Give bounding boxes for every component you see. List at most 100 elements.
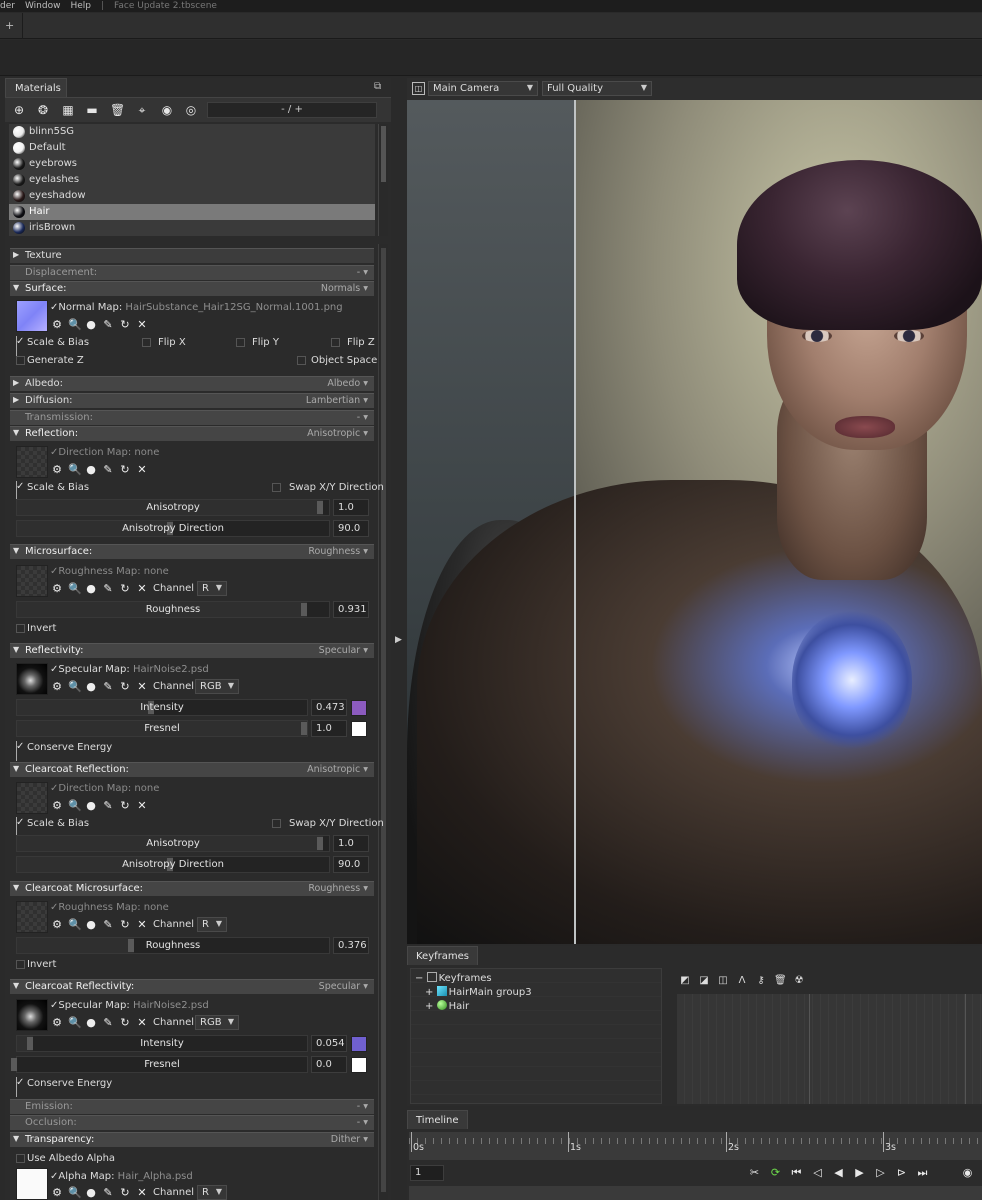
fresnel-color-swatch[interactable]: [351, 1057, 367, 1073]
gear-icon[interactable]: ⚙: [51, 799, 63, 812]
section-clearcoat-reflectivity[interactable]: ▼ Clearcoat Reflectivity: Specular ▾: [10, 979, 374, 994]
intensity-value[interactable]: 0.054: [311, 1035, 347, 1052]
prev-key-icon[interactable]: ◁: [810, 1165, 825, 1180]
section-value[interactable]: Roughness ▾: [308, 883, 368, 894]
sphere-icon[interactable]: ●: [85, 799, 97, 812]
close-icon[interactable]: ✕: [136, 318, 148, 331]
frame-input[interactable]: 1: [410, 1165, 444, 1181]
roughness-map-thumbnail[interactable]: [16, 565, 48, 597]
section-value[interactable]: - ▾: [357, 1101, 368, 1112]
trash-icon[interactable]: 🗑: [774, 975, 787, 987]
camera-select[interactable]: Main Camera ▼: [428, 81, 538, 96]
swap-xy-checkbox[interactable]: Swap X/Y Direction: [272, 482, 384, 493]
roughness-value[interactable]: 0.931: [333, 601, 369, 618]
pencil-icon[interactable]: ✎: [102, 918, 114, 931]
settings-icon[interactable]: ◉: [960, 1165, 975, 1180]
search-icon[interactable]: 🔍: [68, 463, 82, 476]
loop-icon[interactable]: ⟳: [768, 1165, 783, 1180]
section-value[interactable]: - ▾: [357, 412, 368, 423]
flip-z-checkbox[interactable]: Flip Z: [331, 337, 375, 348]
material-row[interactable]: eyelashes: [9, 172, 375, 188]
refresh-icon[interactable]: ↻: [119, 799, 131, 812]
pencil-icon[interactable]: ✎: [102, 799, 114, 812]
split-compare-line[interactable]: [574, 100, 576, 944]
section-albedo[interactable]: ▶ Albedo: Albedo ▾: [10, 376, 374, 391]
sphere-icon[interactable]: ●: [85, 1186, 97, 1199]
anisotropy-direction-slider[interactable]: Anisotropy Direction: [16, 856, 330, 873]
anisotropy-value[interactable]: 1.0: [333, 835, 369, 852]
fresnel-slider[interactable]: Fresnel: [16, 720, 308, 737]
pencil-icon[interactable]: ✎: [102, 463, 114, 476]
sphere-icon[interactable]: ●: [85, 463, 97, 476]
menu-item-window[interactable]: Window: [25, 1, 61, 11]
gear-icon[interactable]: ⚙: [51, 318, 63, 331]
refresh-icon[interactable]: ↻: [119, 582, 131, 595]
pencil-icon[interactable]: ✎: [102, 582, 114, 595]
timeline-ruler[interactable]: 0s 1s 2s 3s: [409, 1132, 982, 1160]
swap-xy-checkbox[interactable]: Swap X/Y Direction: [272, 818, 384, 829]
roughness-slider[interactable]: Roughness: [16, 937, 330, 954]
expand-icon[interactable]: +: [425, 1001, 437, 1012]
search-icon[interactable]: 🔍: [68, 680, 82, 693]
section-value[interactable]: Dither ▾: [331, 1134, 368, 1145]
direction-map-thumbnail[interactable]: [16, 446, 48, 478]
section-diffusion[interactable]: ▶ Diffusion: Lambertian ▾: [10, 393, 374, 408]
step-icon[interactable]: ◫: [717, 975, 729, 987]
search-icon[interactable]: 🔍: [68, 582, 82, 595]
skip-end-icon[interactable]: ⏭: [915, 1165, 930, 1180]
section-surface[interactable]: ▼ Surface: Normals ▾: [10, 281, 374, 296]
conserve-energy-checkbox[interactable]: ✓ Conserve Energy: [16, 1077, 112, 1097]
invert-checkbox[interactable]: Invert: [16, 959, 56, 970]
material-row[interactable]: Hair: [9, 204, 375, 220]
checker-icon[interactable]: ▦: [61, 103, 75, 117]
sphere-icon[interactable]: ●: [85, 680, 97, 693]
section-occlusion[interactable]: Occlusion: - ▾: [10, 1115, 374, 1130]
close-icon[interactable]: ✕: [136, 582, 148, 595]
timeline-track[interactable]: [409, 1186, 982, 1200]
close-icon[interactable]: ✕: [136, 1186, 148, 1199]
section-reflection[interactable]: ▼ Reflection: Anisotropic ▾: [10, 426, 374, 441]
section-value[interactable]: - ▾: [357, 1117, 368, 1128]
collapse-arrow-icon[interactable]: ▶: [395, 635, 402, 645]
trash-icon[interactable]: 🗑: [110, 103, 125, 117]
anisotropy-slider[interactable]: Anisotropy: [16, 835, 330, 852]
search-icon[interactable]: 🔍: [68, 1186, 82, 1199]
object-space-checkbox[interactable]: Object Space: [297, 355, 377, 366]
specular-map-thumbnail[interactable]: [16, 999, 48, 1031]
close-icon[interactable]: ✕: [136, 463, 148, 476]
refresh-icon[interactable]: ↻: [119, 1186, 131, 1199]
channel-select[interactable]: R ▼: [197, 1185, 227, 1200]
channel-select[interactable]: RGB ▼: [195, 679, 239, 694]
conserve-energy-checkbox[interactable]: ✓ Conserve Energy: [16, 741, 112, 761]
section-reflectivity[interactable]: ▼ Reflectivity: Specular ▾: [10, 643, 374, 658]
channel-select[interactable]: RGB ▼: [195, 1015, 239, 1030]
section-value[interactable]: - ▾: [357, 267, 368, 278]
search-icon[interactable]: 🔍: [68, 318, 82, 331]
gear-icon[interactable]: ⚙: [51, 1186, 63, 1199]
flip-y-checkbox[interactable]: Flip Y: [236, 337, 279, 348]
peak-icon[interactable]: Λ: [736, 975, 748, 987]
folder-icon[interactable]: ▬: [85, 103, 99, 117]
scale-bias-checkbox[interactable]: ✓ Scale & Bias: [16, 817, 89, 837]
section-value[interactable]: Roughness ▾: [308, 546, 368, 557]
camera-icon[interactable]: ◫: [412, 82, 425, 95]
panel-scrollbar[interactable]: [378, 244, 388, 1200]
gear-icon[interactable]: ⚙: [51, 918, 63, 931]
normal-map-thumbnail[interactable]: [16, 300, 48, 332]
section-value[interactable]: Specular ▾: [319, 645, 368, 656]
flip-x-checkbox[interactable]: Flip X: [142, 337, 186, 348]
section-clearcoat-reflection[interactable]: ▼ Clearcoat Reflection: Anisotropic ▾: [10, 762, 374, 777]
sphere-icon[interactable]: ●: [85, 318, 97, 331]
keyframe-track-area[interactable]: [677, 994, 982, 1104]
curve-icon[interactable]: ◪: [698, 975, 710, 987]
skip-start-icon[interactable]: ⏮: [789, 1165, 804, 1180]
intensity-slider[interactable]: Intensity: [16, 699, 308, 716]
channel-select[interactable]: R ▼: [197, 917, 227, 932]
tab-timeline[interactable]: Timeline: [407, 1110, 468, 1129]
tab-materials[interactable]: Materials: [5, 78, 67, 97]
material-row[interactable]: Default: [9, 140, 375, 156]
roughness-slider[interactable]: Roughness: [16, 601, 330, 618]
section-value[interactable]: Normals ▾: [321, 283, 368, 294]
intensity-color-swatch[interactable]: [351, 700, 367, 716]
fresnel-value[interactable]: 0.0: [311, 1056, 347, 1073]
